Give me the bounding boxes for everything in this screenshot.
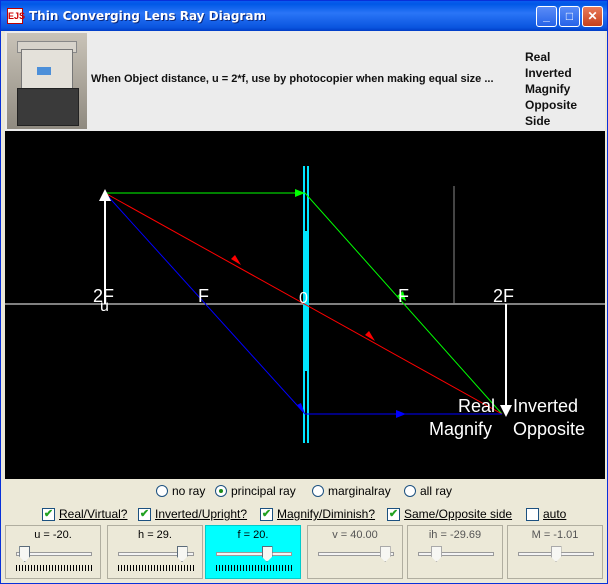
label-f-right: F [398,286,409,306]
radio-no-ray-label: no ray [172,484,206,498]
radio-marginal-ray-label: marginalray [328,484,391,498]
image-label-opposite: Opposite [513,419,585,439]
slider-m-label: M = -1.01 [531,529,579,541]
minimize-button[interactable]: _ [536,6,557,27]
ray-option-group: no ray principal ray marginalray all ray [1,481,607,501]
radio-all-ray-dot[interactable] [404,485,416,497]
check-real-virtual[interactable]: ✔ Real/Virtual? [42,507,127,521]
image-label-magnify: Magnify [429,419,492,439]
label-origin: 0 [299,290,308,307]
center-ray-arrow-2 [365,331,375,341]
radio-all-ray[interactable]: all ray [404,484,452,498]
slider-h-label: h = 29. [138,529,172,541]
check-magnify-diminish[interactable]: ✔ Magnify/Diminish? [260,507,375,521]
slider-f-ticks [216,565,292,571]
object-label: u [100,298,109,315]
info-panel: When Object distance, u = 2*f, use by ph… [5,31,605,131]
focal-ray-arrow [396,410,406,418]
check-inverted-upright-box[interactable]: ✔ [138,507,151,521]
label-f-left: F [198,286,209,306]
slider-u[interactable]: u = -20. [5,525,101,579]
radio-principal-ray-label: principal ray [231,484,296,498]
slider-u-thumb[interactable] [19,546,31,562]
image-arrowhead [500,405,512,417]
photocopier-image [7,33,87,129]
image-properties: Real Inverted Magnify Opposite Side [525,49,605,129]
check-magnify-diminish-box[interactable]: ✔ [260,507,273,521]
parameter-sliders: u = -20. h = 29. f = 20. v = 40.00 ih = … [1,525,607,581]
radio-principal-ray[interactable]: principal ray [215,484,296,498]
maximize-button[interactable]: □ [559,6,580,27]
check-real-virtual-label: Real/Virtual? [59,507,128,521]
radio-no-ray-dot[interactable] [156,485,168,497]
slider-v-label: v = 40.00 [332,529,378,541]
check-same-opposite[interactable]: ✔ Same/Opposite side [387,507,512,521]
check-auto[interactable]: auto [526,507,566,521]
slider-f[interactable]: f = 20. [205,525,301,579]
property-magnify: Magnify [525,82,571,96]
check-real-virtual-box[interactable]: ✔ [42,507,55,521]
maximize-icon: □ [565,9,574,23]
slider-ih-label: ih = -29.69 [428,529,482,541]
app-icon: EJS [7,8,25,24]
slider-u-label: u = -20. [34,529,72,541]
check-inverted-upright-label: Inverted/Upright? [155,507,248,521]
radio-principal-ray-dot[interactable] [215,485,227,497]
slider-h[interactable]: h = 29. [107,525,203,579]
radio-marginal-ray-dot[interactable] [312,485,324,497]
close-icon: ✕ [587,9,598,23]
radio-no-ray[interactable]: no ray [156,484,205,498]
slider-v-thumb [379,546,391,562]
check-inverted-upright[interactable]: ✔ Inverted/Upright? [138,507,247,521]
window-title: Thin Converging Lens Ray Diagram [29,9,266,23]
radio-marginal-ray[interactable]: marginalray [312,484,391,498]
app-window: EJS Thin Converging Lens Ray Diagram _ □… [0,0,608,584]
slider-h-ticks [118,565,194,571]
property-inverted: Inverted [525,66,572,80]
slider-ih-thumb [431,546,442,562]
slider-m-thumb [550,546,562,562]
check-same-opposite-box[interactable]: ✔ [387,507,400,521]
property-checkboxes: ✔ Real/Virtual? ✔ Inverted/Upright? ✔ Ma… [1,505,607,525]
slider-v: v = 40.00 [307,525,403,579]
check-same-opposite-label: Same/Opposite side [404,507,513,521]
situation-description: When Object distance, u = 2*f, use by ph… [91,73,494,85]
slider-u-ticks [16,565,92,571]
slider-m: M = -1.01 [507,525,603,579]
radio-all-ray-label: all ray [420,484,453,498]
label-2f-right: 2F [493,286,514,306]
property-real: Real [525,50,551,64]
minimize-icon: _ [543,9,550,23]
close-button[interactable]: ✕ [582,6,603,27]
title-bar[interactable]: EJS Thin Converging Lens Ray Diagram _ □… [1,1,607,31]
check-auto-box[interactable] [526,507,539,521]
image-label-real: Real [458,396,495,416]
check-auto-label: auto [543,507,567,521]
check-magnify-diminish-label: Magnify/Diminish? [277,507,376,521]
image-label-inverted: Inverted [513,396,578,416]
slider-f-label: f = 20. [237,529,269,541]
slider-f-thumb[interactable] [261,546,273,562]
ray-diagram-canvas[interactable]: 2F F 0 F 2F u Real Inverted Magnify Oppo… [5,131,605,479]
slider-f-track[interactable] [216,552,292,556]
slider-ih-track [418,552,494,556]
slider-h-thumb[interactable] [176,546,188,562]
slider-ih: ih = -29.69 [407,525,503,579]
property-side: Opposite Side [525,98,578,128]
